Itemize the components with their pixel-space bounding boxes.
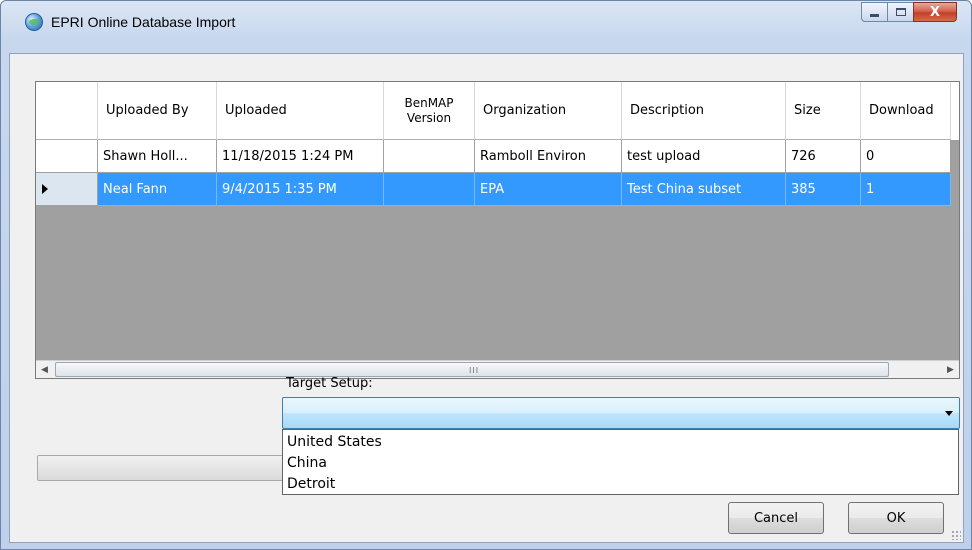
- row-header-corner: [36, 82, 98, 140]
- dialog-body: Uploaded By Uploaded BenMAP Version Orga…: [9, 53, 964, 543]
- cell-uploaded-by: Shawn Holl...: [98, 140, 217, 173]
- import-dialog-window: EPRI Online Database Import X Uploaded B…: [0, 0, 972, 550]
- window-title: EPRI Online Database Import: [51, 14, 236, 30]
- cell-benmap-version: [384, 173, 475, 206]
- current-row-arrow-icon: [42, 184, 48, 194]
- cancel-button[interactable]: Cancel: [728, 502, 824, 534]
- close-icon: X: [929, 4, 941, 20]
- row-header[interactable]: [36, 140, 98, 173]
- column-organization[interactable]: Organization: [475, 82, 622, 140]
- chevron-right-icon: ▶: [947, 364, 954, 375]
- minimize-icon: [870, 14, 879, 17]
- scroll-left-button[interactable]: ◀: [36, 361, 53, 378]
- column-uploaded-by[interactable]: Uploaded By: [98, 82, 217, 140]
- scroll-right-button[interactable]: ▶: [942, 361, 959, 378]
- column-uploaded[interactable]: Uploaded: [217, 82, 384, 140]
- cell-organization: EPA: [475, 173, 622, 206]
- target-setup-dropdown: United States China Detroit: [282, 429, 959, 495]
- cell-size: 385: [786, 173, 861, 206]
- target-setup-label: Target Setup:: [286, 376, 373, 391]
- cell-benmap-version: [384, 140, 475, 173]
- row-header[interactable]: [36, 173, 98, 206]
- cell-uploaded: 9/4/2015 1:35 PM: [217, 173, 384, 206]
- cell-description: Test China subset: [622, 173, 786, 206]
- column-downloads[interactable]: Download: [861, 82, 951, 140]
- cell-size: 726: [786, 140, 861, 173]
- cell-uploaded-by: Neal Fann: [98, 173, 217, 206]
- globe-icon: [25, 13, 43, 31]
- cell-downloads: 0: [861, 140, 951, 173]
- column-description[interactable]: Description: [622, 82, 786, 140]
- dropdown-option-united-states[interactable]: United States: [283, 432, 958, 453]
- maximize-icon: [895, 8, 906, 16]
- window-controls: X: [861, 2, 957, 22]
- grid-header: Uploaded By Uploaded BenMAP Version Orga…: [36, 82, 959, 140]
- database-grid[interactable]: Uploaded By Uploaded BenMAP Version Orga…: [35, 81, 960, 379]
- cell-uploaded: 11/18/2015 1:24 PM: [217, 140, 384, 173]
- scrollbar-grip: III: [469, 366, 480, 375]
- progress-bar: [37, 455, 297, 481]
- scrollbar-thumb[interactable]: III: [55, 362, 889, 377]
- chevron-down-icon[interactable]: [945, 411, 953, 416]
- resize-grip[interactable]: [951, 530, 961, 540]
- table-row[interactable]: Shawn Holl... 11/18/2015 1:24 PM Ramboll…: [36, 140, 959, 173]
- column-benmap-version[interactable]: BenMAP Version: [384, 82, 475, 140]
- cell-description: test upload: [622, 140, 786, 173]
- dropdown-option-detroit[interactable]: Detroit: [283, 474, 958, 495]
- ok-button[interactable]: OK: [848, 502, 944, 534]
- minimize-button[interactable]: [861, 2, 888, 22]
- cell-downloads: 1: [861, 173, 951, 206]
- chevron-left-icon: ◀: [41, 364, 48, 375]
- cell-organization: Ramboll Environ: [475, 140, 622, 173]
- table-row-selected[interactable]: Neal Fann 9/4/2015 1:35 PM EPA Test Chin…: [36, 173, 959, 206]
- horizontal-scrollbar[interactable]: ◀ III ▶: [36, 360, 959, 378]
- close-button[interactable]: X: [913, 2, 957, 22]
- target-setup-select[interactable]: [282, 397, 960, 429]
- title-bar[interactable]: EPRI Online Database Import X: [1, 1, 971, 45]
- dropdown-option-china[interactable]: China: [283, 453, 958, 474]
- maximize-button[interactable]: [887, 2, 914, 22]
- column-size[interactable]: Size: [786, 82, 861, 140]
